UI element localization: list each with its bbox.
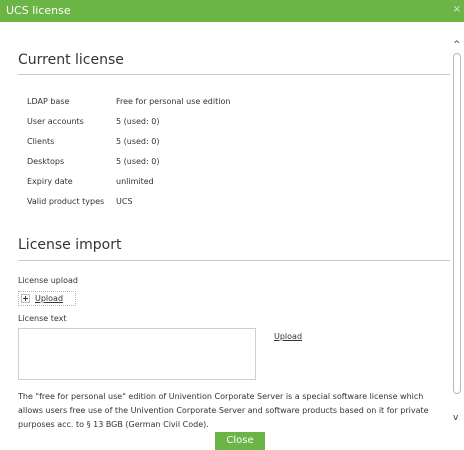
license-text-label: License text	[18, 314, 67, 323]
license-value: unlimited	[116, 177, 154, 186]
upload-button-label: Upload	[35, 294, 64, 303]
license-import-heading: License import	[18, 237, 122, 253]
license-key: Expiry date	[27, 177, 73, 186]
scroll-up-icon[interactable]: ^	[453, 40, 461, 50]
dialog-title: UCS license	[6, 4, 71, 17]
upload-text-link[interactable]: Upload	[274, 332, 302, 341]
license-key: Desktops	[27, 157, 65, 166]
vertical-scrollbar[interactable]: ^ v	[450, 38, 464, 428]
license-key: LDAP base	[27, 97, 70, 106]
license-note: The "free for personal use" edition of U…	[18, 392, 429, 429]
section-divider	[18, 74, 450, 75]
license-value: 5 (used: 0)	[116, 117, 160, 126]
license-value: 5 (used: 0)	[116, 137, 160, 146]
close-button[interactable]: Close	[215, 432, 265, 450]
license-value: UCS	[116, 197, 133, 206]
dialog-content: Current license LDAP base Free for perso…	[0, 22, 450, 429]
upload-button[interactable]: Upload	[18, 291, 76, 306]
license-text-field[interactable]	[18, 328, 256, 380]
current-license-heading: Current license	[18, 52, 124, 68]
license-key: Clients	[27, 137, 55, 146]
license-value: Free for personal use edition	[116, 97, 231, 106]
license-key: Valid product types	[27, 197, 105, 206]
section-divider	[18, 260, 450, 261]
license-upload-label: License upload	[18, 276, 78, 285]
plus-icon	[21, 294, 30, 303]
license-value: 5 (used: 0)	[116, 157, 160, 166]
close-icon[interactable]: ×	[453, 4, 461, 15]
scroll-down-icon[interactable]: v	[453, 413, 458, 423]
license-key: User accounts	[27, 117, 84, 126]
dialog-titlebar: UCS license ×	[0, 0, 464, 22]
scroll-thumb[interactable]	[453, 53, 461, 394]
